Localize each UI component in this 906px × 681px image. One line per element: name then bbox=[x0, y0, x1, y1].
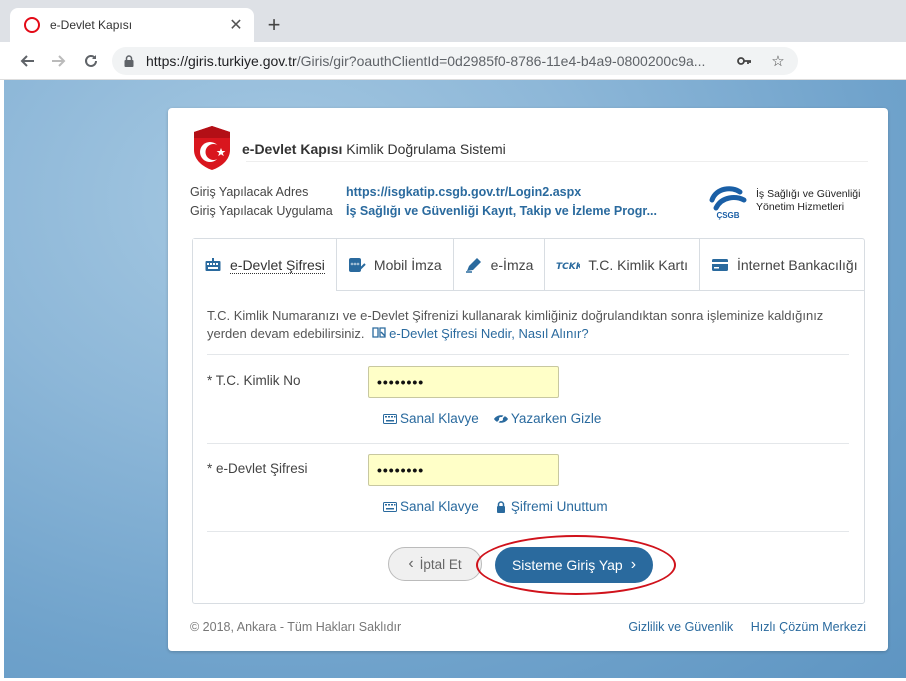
header-divider bbox=[246, 161, 868, 162]
app-value: İş Sağlığı ve Güvenliği Kayıt, Takip ve … bbox=[346, 204, 657, 218]
svg-text:TCKK: TCKK bbox=[556, 262, 580, 271]
star-icon[interactable]: ☆ bbox=[770, 53, 786, 70]
lock-icon bbox=[124, 55, 134, 67]
pen-icon bbox=[465, 257, 483, 273]
address-bar[interactable]: https://giris.turkiye.gov.tr/Giris/gir?o… bbox=[112, 47, 798, 75]
back-icon[interactable] bbox=[16, 50, 38, 72]
browser-tabbar: e-Devlet Kapısı ✕ + bbox=[0, 0, 906, 42]
new-tab-button[interactable]: + bbox=[262, 12, 286, 37]
submit-button[interactable]: Sisteme Giriş Yap › bbox=[495, 547, 653, 583]
edevlet-logo-icon bbox=[194, 126, 230, 170]
header: e-Devlet Kapısı Kimlik Doğrulama Sistemi bbox=[190, 126, 506, 170]
eye-slash-icon bbox=[493, 412, 509, 425]
book-icon bbox=[372, 325, 386, 343]
tab-close-icon[interactable]: ✕ bbox=[226, 15, 246, 35]
divider bbox=[207, 531, 849, 532]
password-input[interactable]: •••••••• bbox=[368, 454, 559, 486]
app-label: Giriş Yapılacak Uygulama bbox=[190, 204, 333, 218]
lock-icon bbox=[493, 500, 509, 513]
help-link[interactable]: e-Devlet Şifresi Nedir, Nasıl Alınır? bbox=[368, 325, 589, 343]
password-label: * e-Devlet Şifresi bbox=[207, 461, 308, 476]
cancel-button[interactable]: ‹ İptal Et bbox=[388, 547, 482, 581]
address-value: https://isgkatip.csgb.gov.tr/Login2.aspx bbox=[346, 185, 582, 199]
tab-mobil-imza[interactable]: *** Mobil İmza bbox=[337, 239, 454, 291]
csgb-logo-icon: ÇSGB bbox=[709, 186, 747, 220]
tc-label: * T.C. Kimlik No bbox=[207, 373, 301, 388]
id-card-icon: TCKK bbox=[556, 257, 580, 273]
hide-typing-link[interactable]: Yazarken Gizle bbox=[493, 411, 601, 426]
keyboard-icon bbox=[382, 413, 398, 425]
virtual-keyboard-link[interactable]: Sanal Klavye bbox=[382, 499, 479, 514]
tc-helpers: Sanal Klavye Yazarken Gizle bbox=[382, 411, 615, 426]
divider bbox=[207, 443, 849, 444]
tab-tc-kimlik-karti[interactable]: TCKK T.C. Kimlik Kartı bbox=[545, 239, 700, 291]
tc-input[interactable]: •••••••• bbox=[368, 366, 559, 398]
footer-links: Gizlilik ve Güvenlik Hızlı Çözüm Merkezi bbox=[614, 620, 866, 634]
tab-internet-bankaciligi[interactable]: İnternet Bankacılığı bbox=[700, 239, 869, 291]
tab-e-imza[interactable]: e-İmza bbox=[454, 239, 546, 291]
password-helpers: Sanal Klavye Şifremi Unuttum bbox=[382, 499, 622, 514]
forgot-password-link[interactable]: Şifremi Unuttum bbox=[493, 499, 608, 514]
forward-icon[interactable] bbox=[48, 50, 70, 72]
chevron-left-icon: ‹ bbox=[408, 555, 414, 572]
privacy-link[interactable]: Gizlilik ve Güvenlik bbox=[628, 620, 733, 634]
address-label: Giriş Yapılacak Adres bbox=[190, 185, 309, 199]
brand-title: e-Devlet Kapısı Kimlik Doğrulama Sistemi bbox=[242, 141, 506, 157]
tab-title: e-Devlet Kapısı bbox=[50, 18, 133, 32]
keyboard-icon bbox=[382, 501, 398, 513]
login-method-tabs: e-Devlet Şifresi *** Mobil İmza e-İmza T… bbox=[193, 239, 864, 291]
credit-card-icon bbox=[711, 257, 729, 273]
browser-tab[interactable]: e-Devlet Kapısı ✕ bbox=[10, 8, 254, 42]
login-panel: e-Devlet Şifresi *** Mobil İmza e-İmza T… bbox=[192, 238, 865, 604]
mobile-signature-icon: *** bbox=[348, 257, 366, 273]
chevron-right-icon: › bbox=[630, 556, 637, 573]
keyboard-icon bbox=[204, 257, 222, 273]
partner-text: İş Sağlığı ve Güvenliği Yönetim Hizmetle… bbox=[756, 188, 861, 213]
svg-text:***: *** bbox=[350, 262, 359, 269]
browser-toolbar: https://giris.turkiye.gov.tr/Giris/gir?o… bbox=[0, 42, 906, 80]
svg-text:ÇSGB: ÇSGB bbox=[716, 211, 739, 220]
key-icon[interactable] bbox=[736, 53, 752, 69]
reload-icon[interactable] bbox=[80, 50, 102, 72]
copyright: © 2018, Ankara - Tüm Hakları Saklıdır bbox=[190, 620, 402, 634]
tab-edevlet-sifresi[interactable]: e-Devlet Şifresi bbox=[193, 239, 337, 291]
form-description: T.C. Kimlik Numaranızı ve e-Devlet Şifre… bbox=[207, 308, 824, 343]
login-card: e-Devlet Kapısı Kimlik Doğrulama Sistemi… bbox=[168, 108, 888, 651]
edevlet-favicon-icon bbox=[24, 17, 40, 33]
support-link[interactable]: Hızlı Çözüm Merkezi bbox=[751, 620, 866, 634]
url-text: https://giris.turkiye.gov.tr/Giris/gir?o… bbox=[146, 53, 706, 69]
partner-logo: ÇSGB İş Sağlığı ve Güvenliği Yönetim Hiz… bbox=[706, 182, 860, 220]
divider bbox=[207, 354, 849, 355]
virtual-keyboard-link[interactable]: Sanal Klavye bbox=[382, 411, 479, 426]
